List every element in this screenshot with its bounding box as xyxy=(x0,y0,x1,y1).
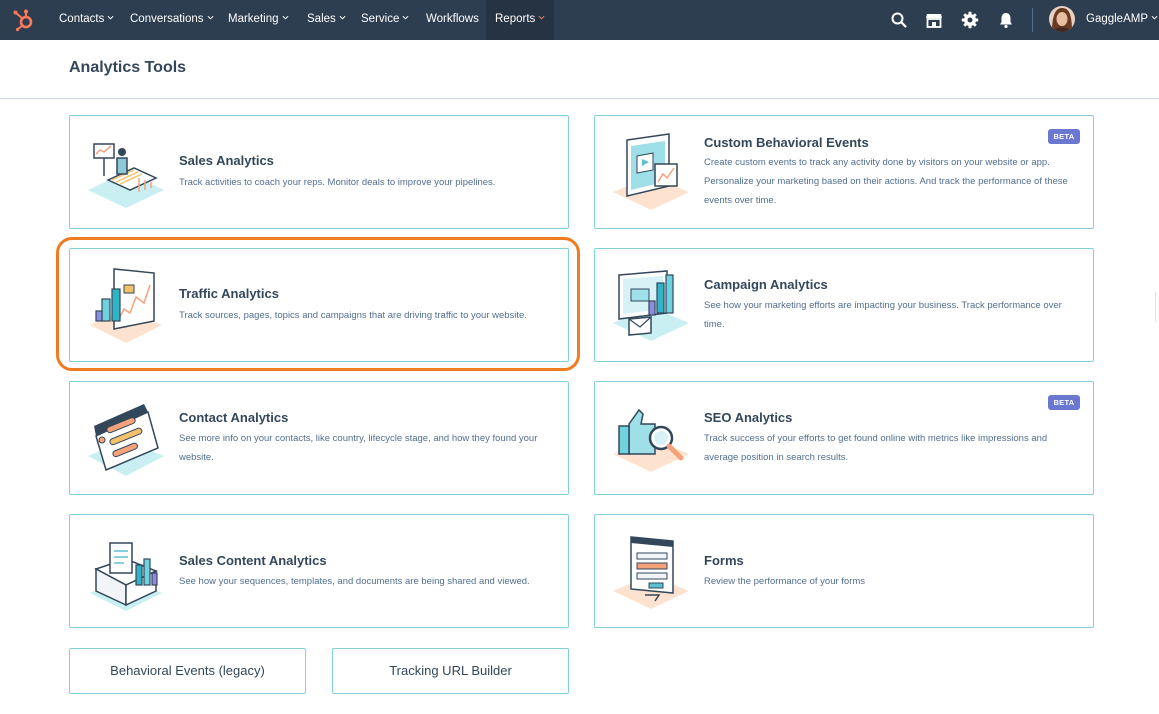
card-title: Campaign Analytics xyxy=(704,277,828,292)
notifications-icon[interactable] xyxy=(997,11,1015,29)
sales-analytics-illustration-icon xyxy=(88,143,164,208)
card-seo-analytics[interactable]: SEO Analytics Track success of your effo… xyxy=(594,381,1094,495)
card-description: Track activities to coach your reps. Mon… xyxy=(179,177,496,188)
nav-reports[interactable]: Reports xyxy=(486,0,555,40)
nav-divider xyxy=(1032,8,1033,32)
settings-icon[interactable] xyxy=(961,11,979,29)
behavioral-events-legacy-button[interactable]: Behavioral Events (legacy) xyxy=(69,648,306,694)
card-description: See how your marketing efforts are impac… xyxy=(704,300,1062,330)
card-description: Track success of your efforts to get fou… xyxy=(704,433,1048,463)
contact-analytics-illustration-icon xyxy=(88,404,164,476)
nav-sales-label: Sales xyxy=(307,13,336,25)
marketplace-icon[interactable] xyxy=(925,11,943,29)
card-description: See more info on your contacts, like cou… xyxy=(179,433,538,463)
card-title: Sales Analytics xyxy=(179,153,274,168)
chevron-down-icon xyxy=(1151,15,1158,20)
card-contact-analytics[interactable]: Contact Analytics See more info on your … xyxy=(69,381,569,495)
seo-analytics-illustration-icon xyxy=(613,408,689,472)
nav-sales[interactable]: Sales xyxy=(307,0,346,40)
nav-marketing[interactable]: Marketing xyxy=(228,0,289,40)
card-title: Custom Behavioral Events xyxy=(704,135,869,150)
account-name: GaggleAMP xyxy=(1086,13,1149,25)
forms-illustration-icon xyxy=(613,536,689,609)
nav-contacts[interactable]: Contacts xyxy=(59,0,114,40)
traffic-analytics-illustration-icon xyxy=(90,268,162,343)
nav-workflows-label: Workflows xyxy=(426,13,479,25)
card-title: Sales Content Analytics xyxy=(179,553,327,568)
nav-reports-label: Reports xyxy=(495,13,536,25)
account-menu[interactable]: GaggleAMP xyxy=(1086,0,1158,40)
card-description: See how your sequences, templates, and d… xyxy=(179,576,530,587)
tracking-url-builder-button[interactable]: Tracking URL Builder xyxy=(332,648,569,694)
nav-marketing-label: Marketing xyxy=(228,13,279,25)
card-sales-analytics[interactable]: Sales Analytics Track activities to coac… xyxy=(69,115,569,229)
chevron-down-icon xyxy=(402,15,409,20)
nav-service-label: Service xyxy=(361,13,400,25)
nav-conversations-label: Conversations xyxy=(130,13,204,25)
card-title: SEO Analytics xyxy=(704,410,793,425)
card-description: Track sources, pages, topics and campaig… xyxy=(179,310,527,321)
avatar[interactable] xyxy=(1049,6,1075,32)
page-header: Analytics Tools xyxy=(0,40,1159,99)
custom-events-illustration-icon xyxy=(613,133,689,210)
nav-contacts-label: Contacts xyxy=(59,13,105,25)
nav-workflows[interactable]: Workflows xyxy=(426,0,479,40)
chevron-down-icon xyxy=(339,15,346,20)
card-title: Traffic Analytics xyxy=(179,286,279,301)
card-title: Forms xyxy=(704,553,744,568)
nav-conversations[interactable]: Conversations xyxy=(130,0,214,40)
card-traffic-analytics[interactable]: Traffic Analytics Track sources, pages, … xyxy=(69,248,569,362)
top-navigation: Contacts Conversations Marketing Sales S… xyxy=(0,0,1159,40)
chevron-down-icon xyxy=(107,15,114,20)
card-forms[interactable]: Forms Review the performance of your for… xyxy=(594,514,1094,628)
card-description: Review the performance of your forms xyxy=(704,576,866,587)
card-sales-content-analytics[interactable]: Sales Content Analytics See how your seq… xyxy=(69,514,569,628)
beta-badge: BETA xyxy=(1048,129,1080,144)
search-icon[interactable] xyxy=(890,11,908,29)
chevron-down-icon xyxy=(282,15,288,20)
page-title: Analytics Tools xyxy=(69,59,187,76)
hubspot-logo-icon[interactable] xyxy=(12,8,36,32)
campaign-analytics-illustration-icon xyxy=(613,270,689,341)
chevron-down-icon xyxy=(207,15,214,20)
card-description: Create custom events to track any activi… xyxy=(704,157,1068,206)
card-title: Contact Analytics xyxy=(179,410,289,425)
card-campaign-analytics[interactable]: Campaign Analytics See how your marketin… xyxy=(594,248,1094,362)
scroll-edge xyxy=(1155,292,1159,322)
card-custom-behavioral-events[interactable]: Custom Behavioral Events Create custom e… xyxy=(594,115,1094,229)
chevron-down-icon xyxy=(538,15,545,20)
sales-content-illustration-icon xyxy=(90,542,162,611)
beta-badge: BETA xyxy=(1048,395,1080,410)
nav-service[interactable]: Service xyxy=(361,0,409,40)
